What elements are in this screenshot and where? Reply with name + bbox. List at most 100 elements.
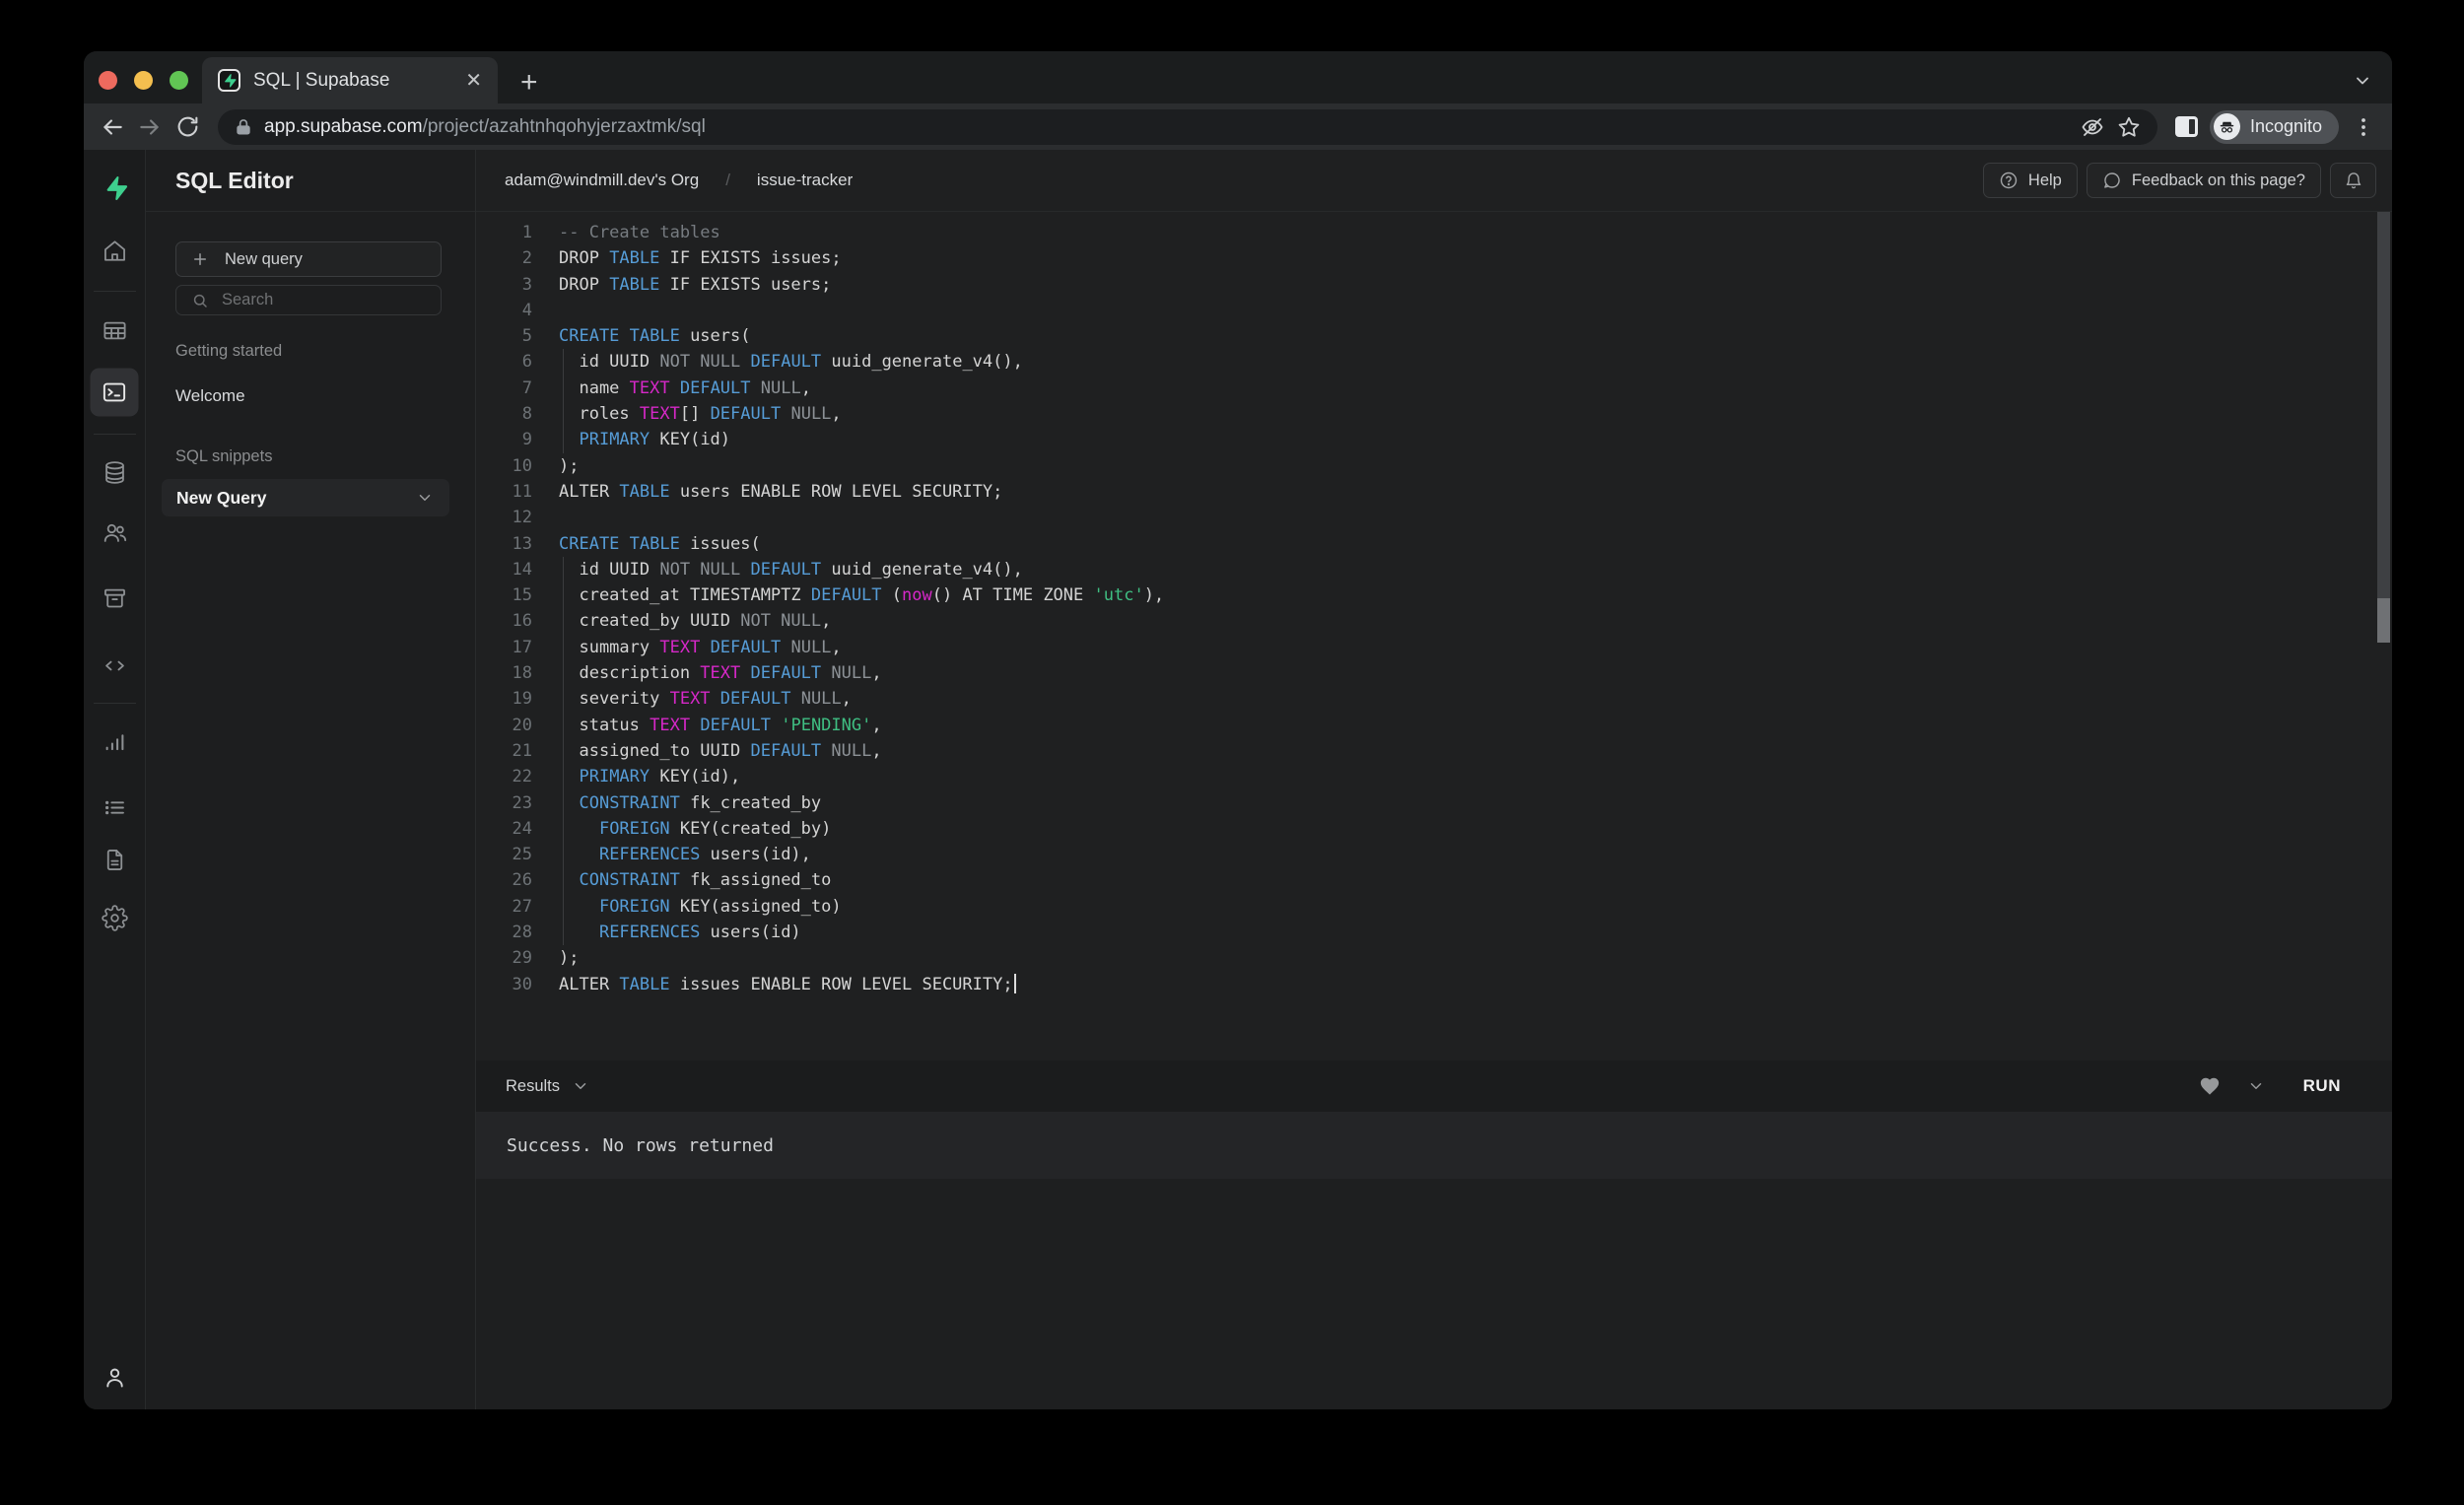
code-line[interactable]: 24 FOREIGN KEY(created_by) [476,816,2392,842]
code-lines: 1-- Create tables2DROP TABLE IF EXISTS i… [476,220,2392,997]
edge-functions-icon[interactable] [93,644,136,687]
reload-icon[interactable] [174,114,200,140]
code-line[interactable]: 29); [476,945,2392,971]
side-panel-icon[interactable] [2175,116,2198,137]
minimize-window-button[interactable] [134,71,153,90]
code-line[interactable]: 28 REFERENCES users(id) [476,920,2392,945]
logs-icon[interactable] [93,786,136,829]
code-text: status TEXT DEFAULT 'PENDING', [532,713,882,738]
tab-list-chevron-icon[interactable] [2353,71,2372,91]
indent-guide [563,660,564,686]
chevron-down-icon[interactable] [416,489,434,507]
main-header: adam@windmill.dev's Org / issue-tracker … [476,150,2392,212]
editor-scrollbar-thumb[interactable] [2377,212,2390,598]
code-line[interactable]: 8 roles TEXT[] DEFAULT NULL, [476,401,2392,427]
code-line[interactable]: 6 id UUID NOT NULL DEFAULT uuid_generate… [476,349,2392,375]
favorite-heart-icon[interactable] [2199,1075,2221,1097]
code-line[interactable]: 19 severity TEXT DEFAULT NULL, [476,686,2392,712]
hide-password-icon[interactable] [2080,114,2105,140]
code-text: id UUID NOT NULL DEFAULT uuid_generate_v… [532,557,1023,582]
code-line[interactable]: 4 [476,298,2392,323]
code-line[interactable]: 30ALTER TABLE issues ENABLE ROW LEVEL SE… [476,972,2392,997]
line-number: 28 [476,920,532,945]
code-text: description TEXT DEFAULT NULL, [532,660,882,686]
storage-icon[interactable] [93,576,136,619]
indent-guide [563,713,564,738]
incognito-badge[interactable]: Incognito [2210,110,2339,144]
section-getting-started: Getting started [175,342,460,361]
database-icon[interactable] [93,450,136,494]
reports-icon[interactable] [93,719,136,763]
supabase-app: SQL Editor New query Search Getting star… [84,150,2392,1409]
project-settings-icon[interactable] [93,896,136,939]
sidebar-item-new-query[interactable]: New Query [162,479,449,516]
api-docs-icon[interactable] [93,838,136,881]
run-options-chevron-icon[interactable] [2247,1077,2265,1095]
search-input[interactable]: Search [175,285,442,315]
editor-scrollbar-cursor-marker[interactable] [2377,598,2390,643]
code-line[interactable]: 10); [476,453,2392,479]
indent-guide [563,842,564,867]
code-line[interactable]: 20 status TEXT DEFAULT 'PENDING', [476,713,2392,738]
code-line[interactable]: 1-- Create tables [476,220,2392,245]
indent-guide [563,686,564,712]
code-line[interactable]: 23 CONSTRAINT fk_created_by [476,790,2392,816]
code-line[interactable]: 5CREATE TABLE users( [476,323,2392,349]
address-bar[interactable]: app.supabase.com/project/azahtnhqohyjerz… [218,109,2157,145]
supabase-logo[interactable] [93,166,136,209]
line-number: 3 [476,272,532,298]
help-button[interactable]: Help [1983,163,2078,198]
code-line[interactable]: 2DROP TABLE IF EXISTS issues; [476,245,2392,271]
page-title: SQL Editor [175,168,294,194]
code-text: created_at TIMESTAMPTZ DEFAULT (now() AT… [532,582,1164,608]
code-line[interactable]: 22 PRIMARY KEY(id), [476,764,2392,789]
code-line[interactable]: 17 summary TEXT DEFAULT NULL, [476,635,2392,660]
code-line[interactable]: 9 PRIMARY KEY(id) [476,427,2392,452]
code-line[interactable]: 27 FOREIGN KEY(assigned_to) [476,894,2392,920]
sql-code-editor[interactable]: 1-- Create tables2DROP TABLE IF EXISTS i… [476,212,2392,1060]
account-icon[interactable] [93,1355,136,1399]
home-icon[interactable] [93,229,136,272]
code-line[interactable]: 18 description TEXT DEFAULT NULL, [476,660,2392,686]
lock-icon [234,117,253,137]
sidebar-item-welcome[interactable]: Welcome [175,386,460,406]
code-line[interactable]: 13CREATE TABLE issues( [476,531,2392,557]
browser-tab[interactable]: SQL | Supabase ✕ [202,57,498,103]
code-line[interactable]: 14 id UUID NOT NULL DEFAULT uuid_generat… [476,557,2392,582]
indent-guide [563,376,564,401]
code-text: REFERENCES users(id), [532,842,811,867]
feedback-button[interactable]: Feedback on this page? [2087,163,2321,198]
breadcrumb-org[interactable]: adam@windmill.dev's Org [505,171,699,190]
code-line[interactable]: 16 created_by UUID NOT NULL, [476,608,2392,634]
back-icon[interactable] [100,114,125,140]
forward-icon[interactable] [137,114,163,140]
help-label: Help [2028,171,2062,190]
code-line[interactable]: 3DROP TABLE IF EXISTS users; [476,272,2392,298]
code-line[interactable]: 12 [476,505,2392,530]
code-line[interactable]: 25 REFERENCES users(id), [476,842,2392,867]
results-dropdown[interactable]: Results [506,1077,589,1096]
results-label: Results [506,1077,560,1096]
browser-menu-icon[interactable] [2351,114,2376,140]
code-line[interactable]: 11ALTER TABLE users ENABLE ROW LEVEL SEC… [476,479,2392,505]
table-editor-icon[interactable] [93,308,136,352]
close-tab-icon[interactable]: ✕ [465,68,482,93]
close-window-button[interactable] [99,71,117,90]
code-line[interactable]: 26 CONSTRAINT fk_assigned_to [476,867,2392,893]
code-line[interactable]: 15 created_at TIMESTAMPTZ DEFAULT (now()… [476,582,2392,608]
sql-editor-icon[interactable] [91,369,139,417]
new-tab-button[interactable]: + [520,66,538,100]
code-line[interactable]: 21 assigned_to UUID DEFAULT NULL, [476,738,2392,764]
authentication-icon[interactable] [93,511,136,554]
code-line[interactable]: 7 name TEXT DEFAULT NULL, [476,376,2392,401]
bookmark-star-icon[interactable] [2116,114,2142,140]
breadcrumb-project[interactable]: issue-tracker [757,171,853,190]
indent-guide [563,790,564,816]
new-query-button[interactable]: New query [175,241,442,277]
zoom-window-button[interactable] [170,71,188,90]
notifications-button[interactable] [2330,163,2376,198]
url-path: /project/azahtnhqohyjerzaxtmk/sql [423,116,706,137]
run-button[interactable]: RUN [2303,1076,2341,1096]
indent-guide [563,738,564,764]
indent-guide [563,816,564,842]
